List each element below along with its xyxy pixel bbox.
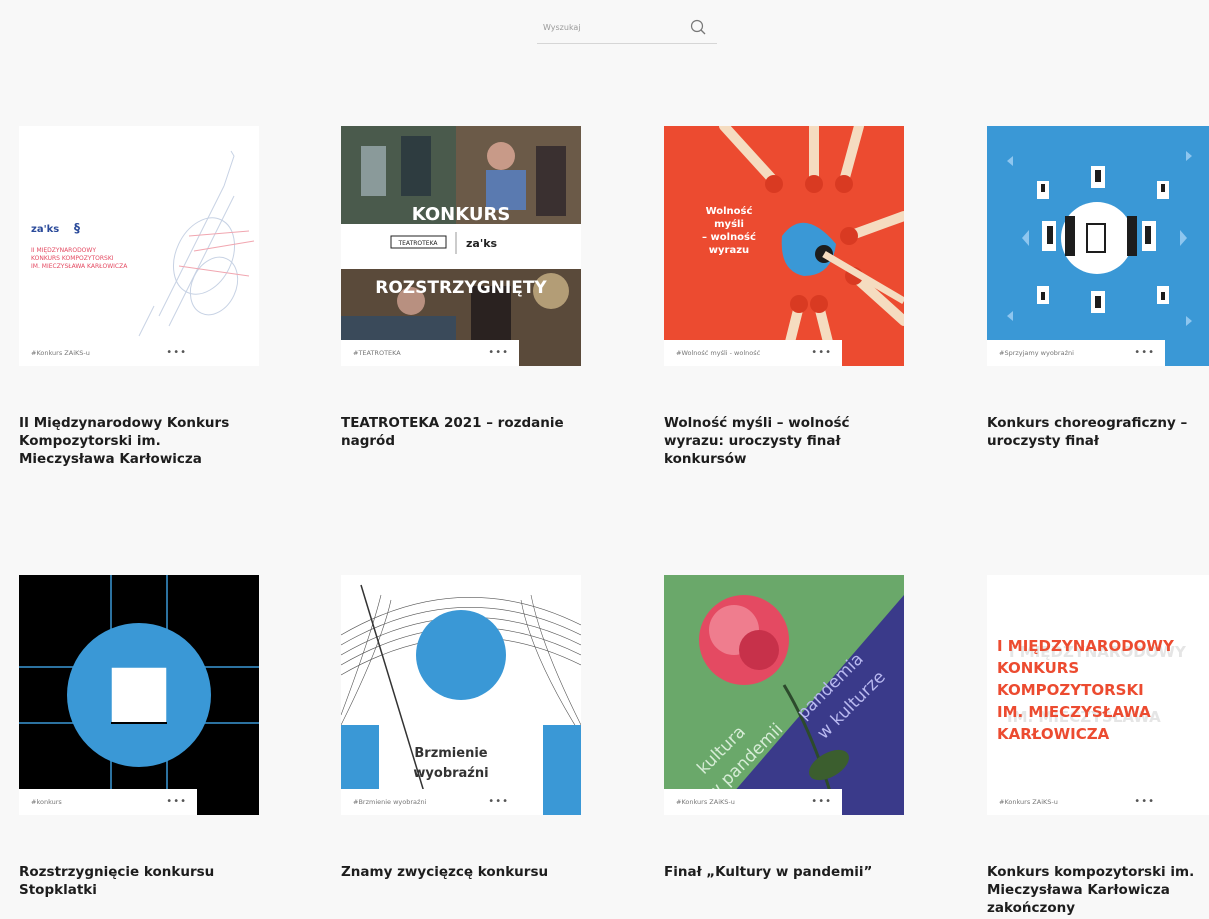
article-thumbnail[interactable]: Brzmienie wyobraźni #Brzmienie wyobraźni…	[341, 575, 581, 815]
svg-text:KONKURS: KONKURS	[997, 659, 1079, 677]
article-thumbnail[interactable]: I MIĘDZYNARODOWY I MIĘDZYNARODOWY KONKUR…	[987, 575, 1209, 815]
article-title[interactable]: Finał „Kultury w pandemii”	[664, 863, 889, 881]
tag-label[interactable]: #Wolność myśli - wolność	[676, 349, 760, 357]
svg-text:ROZSTRZYGNIĘTY: ROZSTRZYGNIĘTY	[375, 278, 547, 298]
svg-text:– wolność: – wolność	[702, 231, 756, 243]
choreography-graphic	[987, 126, 1209, 366]
svg-text:wyobraźni: wyobraźni	[413, 766, 488, 781]
tag-bar: #TEATROTEKA •••	[341, 340, 519, 366]
tag-bar: #Konkurs ZAiKS-u •••	[664, 789, 842, 815]
svg-text:II MIĘDZYNARODOWY: II MIĘDZYNARODOWY	[31, 247, 96, 254]
article-title[interactable]: Konkurs kompozytorski im. Mieczysława Ka…	[987, 863, 1209, 917]
search-input[interactable]	[543, 18, 683, 36]
article-thumbnail[interactable]: kultura w pandemii pandemia w kulturze #…	[664, 575, 904, 815]
svg-text:KOMPOZYTORSKI: KOMPOZYTORSKI	[997, 681, 1144, 699]
tag-bar: #Sprzyjamy wyobraźni •••	[987, 340, 1165, 366]
svg-text:IM. MIECZYSŁAWA KARŁOWICZA: IM. MIECZYSŁAWA KARŁOWICZA	[31, 263, 128, 270]
teatroteka-graphic: KONKURS TEATROTEKA za'ks ROZSTRZYGNIĘTY	[341, 126, 581, 366]
svg-text:Wolność: Wolność	[706, 205, 753, 217]
more-options-icon[interactable]: •••	[488, 348, 509, 358]
svg-text:wyrazu: wyrazu	[709, 245, 749, 256]
more-options-icon[interactable]: •••	[1134, 797, 1155, 807]
search-bar	[537, 10, 717, 44]
culture-pandemic-graphic: kultura w pandemii pandemia w kulturze	[664, 575, 904, 815]
more-options-icon[interactable]: •••	[811, 797, 832, 807]
svg-text:I MIĘDZYNARODOWY: I MIĘDZYNARODOWY	[997, 637, 1175, 655]
tag-label[interactable]: #konkurs	[31, 798, 62, 806]
more-options-icon[interactable]: •••	[811, 348, 832, 358]
article-title[interactable]: Konkurs choreograficzny – uroczysty fina…	[987, 414, 1209, 450]
tag-label[interactable]: #Konkurs ZAiKS-u	[676, 798, 735, 806]
tag-bar: #Brzmienie wyobraźni •••	[341, 789, 519, 815]
svg-text:myśli: myśli	[714, 218, 744, 230]
article-thumbnail[interactable]: #Sprzyjamy wyobraźni •••	[987, 126, 1209, 366]
svg-text:§: §	[74, 221, 80, 235]
tag-label[interactable]: #Brzmienie wyobraźni	[353, 798, 426, 806]
tag-label[interactable]: #Konkurs ZAiKS-u	[31, 349, 90, 357]
tag-bar: #Konkurs ZAiKS-u •••	[987, 789, 1165, 815]
tag-bar: #Konkurs ZAiKS-u •••	[19, 340, 197, 366]
article-title[interactable]: II Międzynarodowy Konkurs Kompozytorski …	[19, 414, 244, 468]
svg-text:za'ks: za'ks	[466, 237, 498, 250]
tag-label[interactable]: #Konkurs ZAiKS-u	[999, 798, 1058, 806]
karlowicz-competition-graphic: I MIĘDZYNARODOWY I MIĘDZYNARODOWY KONKUR…	[987, 575, 1209, 815]
svg-text:KONKURS KOMPOZYTORSKI: KONKURS KOMPOZYTORSKI	[31, 255, 114, 262]
stopklatka-graphic	[19, 575, 259, 815]
article-title[interactable]: Rozstrzygnięcie konkursu Stopklatki	[19, 863, 244, 899]
more-options-icon[interactable]: •••	[166, 348, 187, 358]
article-thumbnail[interactable]: KONKURS TEATROTEKA za'ks ROZSTRZYGNIĘTY …	[341, 126, 581, 366]
tag-bar: #Wolność myśli - wolność •••	[664, 340, 842, 366]
article-thumbnail[interactable]: za'ks § II MIĘDZYNARODOWY KONKURS KOMPOZ…	[19, 126, 259, 366]
article-thumbnail[interactable]: Wolność myśli – wolność wyrazu #Wolność …	[664, 126, 904, 366]
svg-text:TEATROTEKA: TEATROTEKA	[397, 240, 438, 247]
composer-competition-graphic: za'ks § II MIĘDZYNARODOWY KONKURS KOMPOZ…	[19, 126, 259, 366]
tag-label[interactable]: #TEATROTEKA	[353, 349, 401, 357]
svg-text:IM. MIECZYSŁAWA: IM. MIECZYSŁAWA	[997, 703, 1151, 721]
article-title[interactable]: Znamy zwycięzcę konkursu	[341, 863, 566, 881]
brzmienie-graphic: Brzmienie wyobraźni	[341, 575, 581, 815]
svg-text:Brzmienie: Brzmienie	[414, 746, 487, 761]
search-icon[interactable]	[690, 19, 706, 35]
more-options-icon[interactable]: •••	[488, 797, 509, 807]
more-options-icon[interactable]: •••	[1134, 348, 1155, 358]
more-options-icon[interactable]: •••	[166, 797, 187, 807]
svg-text:za'ks: za'ks	[31, 224, 59, 235]
svg-text:KARŁOWICZA: KARŁOWICZA	[997, 725, 1110, 743]
article-title[interactable]: TEATROTEKA 2021 – rozdanie nagród	[341, 414, 566, 450]
tag-label[interactable]: #Sprzyjamy wyobraźni	[999, 349, 1074, 357]
article-title[interactable]: Wolność myśli – wolność wyrazu: uroczyst…	[664, 414, 889, 468]
freedom-of-thought-graphic: Wolność myśli – wolność wyrazu	[664, 126, 904, 366]
tag-bar: #konkurs •••	[19, 789, 197, 815]
svg-text:KONKURS: KONKURS	[412, 204, 511, 225]
article-thumbnail[interactable]: #konkurs •••	[19, 575, 259, 815]
